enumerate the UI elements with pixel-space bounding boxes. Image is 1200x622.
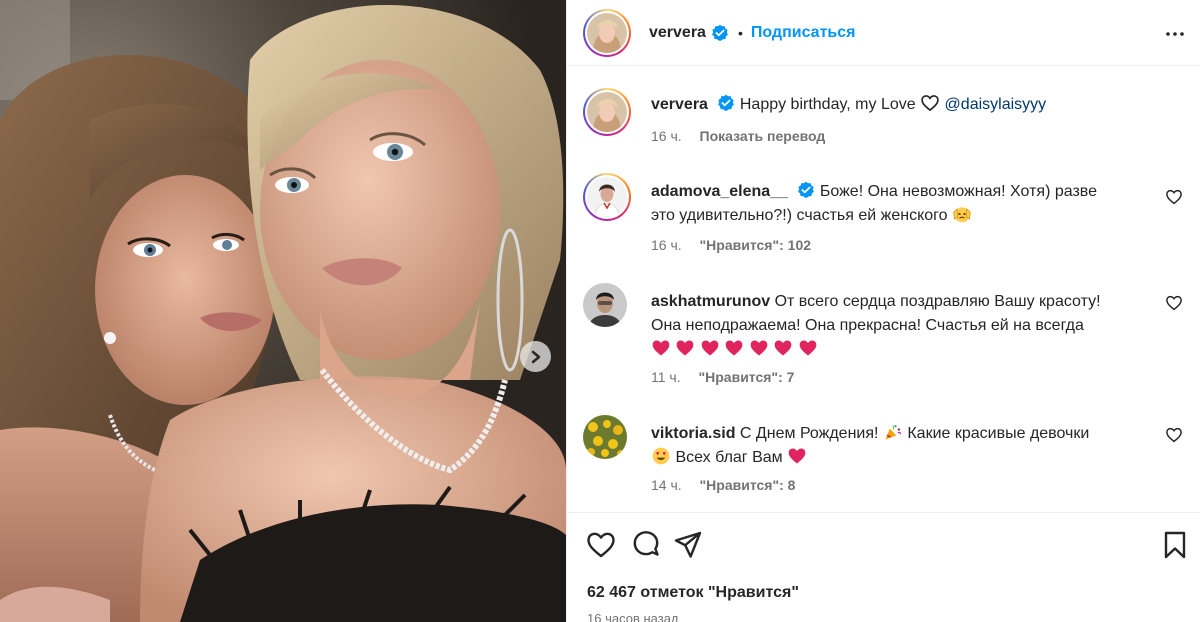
author-username[interactable]: ververa	[649, 24, 706, 42]
red-heart-emoji-icon	[652, 340, 670, 356]
comment-avatar[interactable]	[583, 415, 627, 459]
next-photo-button[interactable]	[520, 341, 551, 372]
author-avatar-image	[587, 12, 627, 53]
red-heart-emoji-icon	[701, 340, 719, 356]
red-heart-emoji-icon	[750, 340, 768, 356]
like-heart-icon[interactable]	[585, 529, 617, 561]
comment-text-line2: Всех благ Вам	[675, 449, 783, 466]
comment-meta: 16 ч. "Нравится": 102	[651, 237, 811, 253]
caption-username[interactable]: ververa	[651, 96, 708, 113]
show-translation-button[interactable]: Показать перевод	[700, 128, 826, 144]
comment-text: От всего сердца поздравляю Вашу красоту!	[770, 293, 1101, 310]
chevron-right-icon	[531, 350, 540, 363]
author-avatar[interactable]	[583, 8, 631, 57]
share-paper-plane-icon[interactable]	[672, 529, 704, 561]
like-comment-heart-icon[interactable]	[1165, 188, 1183, 206]
red-heart-emoji-icon	[774, 340, 792, 356]
comment-likes[interactable]: "Нравится": 8	[700, 477, 796, 493]
header-separator: •	[737, 24, 743, 41]
commenter-avatar-image	[583, 283, 627, 327]
comment-meta: 14 ч. "Нравится": 8	[651, 477, 795, 493]
comment-avatar[interactable]	[583, 173, 631, 221]
caption-text: Happy birthday, my Love	[739, 96, 921, 113]
comment-time[interactable]: 16 ч.	[651, 237, 682, 253]
white-heart-icon	[921, 95, 939, 112]
party-popper-emoji-icon	[885, 425, 901, 440]
commenter-avatar-image	[583, 415, 627, 459]
more-options-icon[interactable]	[1163, 22, 1187, 46]
caption-avatar-image	[587, 92, 627, 132]
verified-badge-icon	[712, 24, 728, 41]
comment-likes[interactable]: "Нравится": 102	[700, 237, 811, 253]
post-likes-count[interactable]: 62 467 отметок "Нравится"	[587, 584, 799, 602]
comment-text: С Днем Рождения!	[735, 425, 883, 442]
like-comment-heart-icon[interactable]	[1165, 294, 1183, 312]
heart-eyes-emoji-icon	[652, 447, 670, 465]
comment-time[interactable]: 14 ч.	[651, 477, 682, 493]
face-holding-back-tears-emoji-icon	[953, 207, 971, 223]
post-actions: 62 467 отметок "Нравится" 16 часов назад	[567, 512, 1200, 622]
red-hearts-emoji-row	[651, 340, 818, 358]
selfie-image	[0, 0, 566, 622]
comments-thread[interactable]: ververa Happy birthday, my Love @daisyla…	[567, 67, 1200, 512]
comment-meta: 11 ч. "Нравится": 7	[651, 369, 794, 385]
red-heart-emoji-icon	[799, 340, 817, 356]
comment-avatar[interactable]	[583, 283, 627, 327]
comment-text-line2: это удивительно?!) счастья ей женского	[651, 207, 948, 224]
save-bookmark-icon[interactable]	[1159, 529, 1191, 561]
comment-text-part2: Какие красивые девочки	[907, 425, 1090, 442]
comment-bubble-icon[interactable]	[630, 529, 662, 561]
post-photo[interactable]	[0, 0, 566, 622]
verified-badge-icon	[718, 94, 735, 111]
caption-author-avatar[interactable]	[583, 88, 631, 136]
red-heart-emoji-icon	[726, 340, 743, 356]
comment-username[interactable]: askhatmurunov	[651, 293, 770, 310]
commenter-avatar-image	[587, 177, 627, 217]
caption-meta: 16 ч. Показать перевод	[651, 128, 825, 144]
comment-time[interactable]: 11 ч.	[651, 369, 681, 385]
caption-time[interactable]: 16 ч.	[651, 128, 682, 144]
verified-badge-icon	[798, 181, 815, 198]
red-heart-emoji-icon	[788, 448, 806, 464]
red-heart-emoji-icon	[677, 340, 694, 356]
post-header: ververa • Подписаться	[567, 0, 1200, 66]
comment-text: Боже! Она невозможная! Хотя) разве	[815, 183, 1098, 200]
post-side-panel: ververa • Подписаться ververa Happy birt…	[566, 0, 1200, 622]
comment-likes[interactable]: "Нравится": 7	[699, 369, 795, 385]
post-time-ago[interactable]: 16 часов назад	[587, 611, 679, 622]
mention-link[interactable]: @daisylaisyyy	[945, 96, 1047, 113]
follow-button[interactable]: Подписаться	[751, 24, 856, 42]
like-comment-heart-icon[interactable]	[1165, 426, 1183, 444]
comment-username[interactable]: viktoria.sid	[651, 425, 735, 442]
comment-text-line2: Она неподражаема! Она прекрасна! Счастья…	[651, 317, 1084, 334]
comment-username[interactable]: adamova_elena__	[651, 183, 788, 200]
instagram-post: ververa • Подписаться ververa Happy birt…	[0, 0, 1200, 622]
